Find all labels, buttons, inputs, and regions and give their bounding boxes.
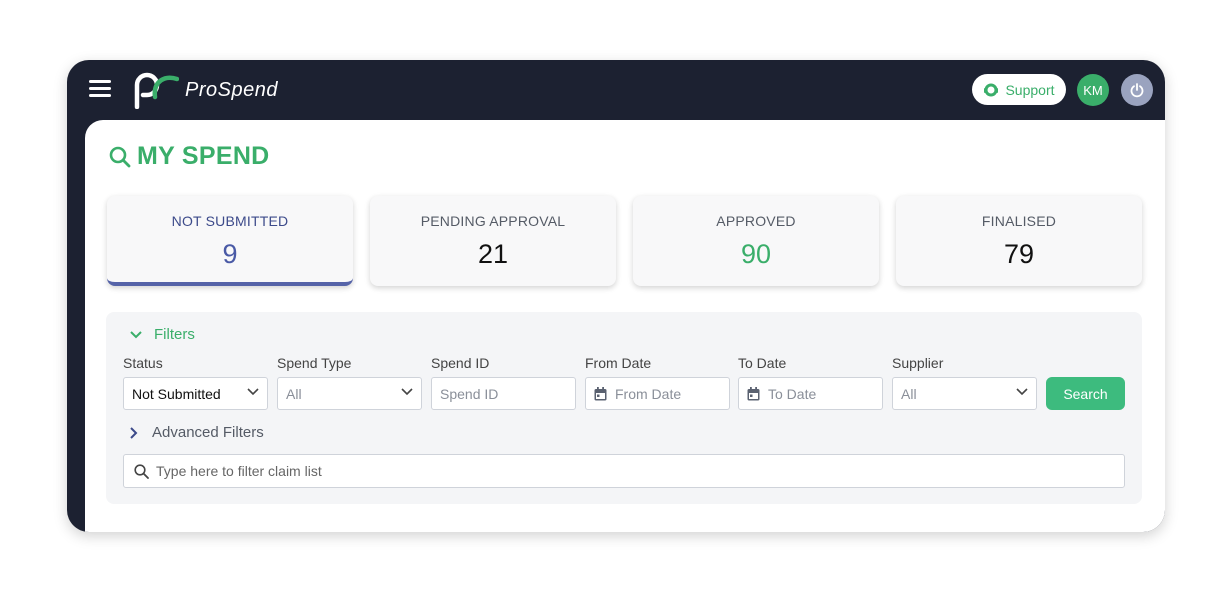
from-date-input[interactable]: From Date [585, 377, 730, 410]
card-label: NOT SUBMITTED [171, 213, 289, 229]
chevron-down-icon [247, 388, 259, 396]
to-date-label: To Date [738, 355, 787, 371]
supplier-select[interactable]: All [892, 377, 1037, 410]
card-finalised[interactable]: FINALISED 79 [896, 196, 1142, 286]
spend-type-label: Spend Type [277, 355, 352, 371]
card-value: 21 [477, 239, 509, 269]
search-icon [109, 146, 131, 167]
filters-panel: Filters Status Not Submitted Spend Type … [106, 312, 1142, 504]
filters-toggle-label: Filters [154, 326, 195, 343]
filters-toggle[interactable]: Filters [130, 326, 195, 343]
to-date-input[interactable]: To Date [738, 377, 883, 410]
search-icon [134, 463, 149, 479]
claim-filter-input[interactable] [156, 463, 1056, 479]
card-not-submitted[interactable]: NOT SUBMITTED 9 [107, 196, 353, 286]
main-content: MY SPEND NOT SUBMITTED 9 PENDING APPROVA… [85, 120, 1165, 532]
card-value: 9 [222, 239, 238, 269]
calendar-icon [594, 386, 607, 400]
supplier-select-value: All [901, 385, 917, 402]
app-window: ProSpend Support KM MY SPEND NOT SUBMITT… [67, 60, 1165, 532]
status-select[interactable]: Not Submitted [123, 377, 268, 410]
to-date-placeholder: To Date [768, 385, 817, 402]
card-approved[interactable]: APPROVED 90 [633, 196, 879, 286]
support-label: Support [1005, 81, 1055, 98]
advanced-filters-label: Advanced Filters [152, 424, 264, 441]
card-pending-approval[interactable]: PENDING APPROVAL 21 [370, 196, 616, 286]
status-label: Status [123, 355, 163, 371]
spend-type-select[interactable]: All [277, 377, 422, 410]
logout-button[interactable] [1121, 74, 1153, 106]
hamburger-menu-icon[interactable] [89, 80, 111, 98]
support-button[interactable]: Support [972, 74, 1066, 105]
logo-mark-icon [134, 72, 179, 109]
supplier-label: Supplier [892, 355, 944, 371]
card-label: PENDING APPROVAL [420, 213, 566, 229]
card-value: 79 [1003, 239, 1035, 269]
chevron-down-icon [130, 330, 142, 338]
page-title: MY SPEND [137, 142, 270, 170]
card-label: APPROVED [716, 213, 796, 229]
claim-filter-field[interactable] [123, 454, 1125, 488]
power-icon [1130, 83, 1144, 98]
top-bar: ProSpend Support KM [67, 60, 1165, 120]
user-avatar[interactable]: KM [1077, 74, 1109, 106]
spend-id-label: Spend ID [431, 355, 490, 371]
spend-id-input[interactable]: Spend ID [431, 377, 576, 410]
calendar-icon [747, 386, 760, 400]
chevron-down-icon [1016, 388, 1028, 396]
spend-id-placeholder: Spend ID [440, 385, 499, 402]
page-title-row: MY SPEND [109, 142, 270, 171]
from-date-placeholder: From Date [615, 385, 682, 402]
status-select-value: Not Submitted [132, 385, 221, 402]
spend-type-select-value: All [286, 385, 302, 402]
support-headset-icon [984, 83, 999, 96]
search-button[interactable]: Search [1046, 377, 1125, 410]
chevron-right-icon [130, 426, 138, 439]
advanced-filters-toggle[interactable]: Advanced Filters [130, 424, 264, 441]
card-value: 90 [740, 239, 772, 269]
chevron-down-icon [401, 388, 413, 396]
logo-text: ProSpend [185, 78, 278, 101]
from-date-label: From Date [585, 355, 652, 371]
prospend-logo[interactable]: ProSpend [131, 70, 278, 110]
card-label: FINALISED [981, 213, 1057, 229]
